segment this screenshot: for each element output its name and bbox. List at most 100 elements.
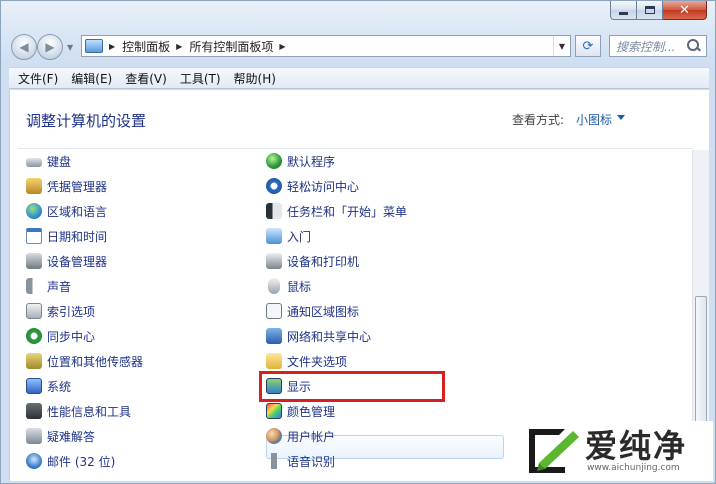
item-label: 疑难解答 xyxy=(47,429,96,444)
back-arrow-icon: ◀ xyxy=(19,40,29,54)
item-label: 文件夹选项 xyxy=(287,354,348,369)
item-keyboard[interactable]: 键盘 xyxy=(26,150,71,172)
refresh-button[interactable]: ⟳ xyxy=(575,35,601,57)
dropdown-caret-icon[interactable] xyxy=(617,115,625,120)
close-icon: ✕ xyxy=(679,2,690,18)
troubleshoot-icon xyxy=(26,428,42,444)
sync-icon xyxy=(26,328,42,344)
breadcrumb-all-items[interactable]: 所有控制面板项 xyxy=(189,38,273,55)
page-title: 调整计算机的设置 xyxy=(26,112,147,130)
item-troubleshooting[interactable]: 疑难解答 xyxy=(26,425,95,447)
breadcrumb-separator-icon[interactable]: ▶ xyxy=(279,42,285,51)
item-performance[interactable]: 性能信息和工具 xyxy=(26,400,131,422)
item-label: 颜色管理 xyxy=(287,404,336,419)
menu-view[interactable]: 查看(V) xyxy=(120,70,172,87)
item-label: 系统 xyxy=(47,379,72,394)
control-panel-icon xyxy=(85,39,103,53)
item-indexing-options[interactable]: 索引选项 xyxy=(26,300,95,322)
speaker-icon xyxy=(26,278,42,294)
item-label: 设备管理器 xyxy=(47,254,108,269)
credential-manager-icon xyxy=(26,178,42,194)
printer-icon xyxy=(266,253,282,269)
breadcrumb-separator-icon[interactable]: ▶ xyxy=(176,42,182,51)
item-notification-icons[interactable]: 通知区域图标 xyxy=(266,300,359,322)
item-label: 默认程序 xyxy=(287,154,336,169)
ease-of-access-icon xyxy=(266,178,282,194)
watermark-title: 爱纯净 xyxy=(585,427,688,465)
item-date-time[interactable]: 日期和时间 xyxy=(26,225,107,247)
item-label: 通知区域图标 xyxy=(287,304,360,319)
item-label: 同步中心 xyxy=(47,329,96,344)
minimize-button[interactable] xyxy=(610,1,637,20)
view-by-dropdown[interactable]: 小图标 xyxy=(576,111,612,128)
item-getting-started[interactable]: 入门 xyxy=(266,225,311,247)
recent-pages-dropdown[interactable]: ▼ xyxy=(67,43,75,52)
network-icon xyxy=(266,328,282,344)
menu-edit[interactable]: 编辑(E) xyxy=(66,70,117,87)
caption-buttons: ✕ xyxy=(610,1,707,20)
maximize-icon xyxy=(644,6,655,14)
search-input[interactable]: 搜索控制... xyxy=(616,38,687,55)
item-default-programs[interactable]: 默认程序 xyxy=(266,150,335,172)
item-label: 区域和语言 xyxy=(47,204,108,219)
item-folder-options[interactable]: 文件夹选项 xyxy=(266,350,347,372)
item-speech-recognition[interactable]: 语音识别 xyxy=(266,450,335,472)
view-by-label: 查看方式: xyxy=(512,113,565,127)
item-location-sensors[interactable]: 位置和其他传感器 xyxy=(26,350,143,372)
item-mouse[interactable]: 鼠标 xyxy=(266,275,311,297)
item-label: 任务栏和「开始」菜单 xyxy=(287,204,408,219)
back-button[interactable]: ◀ xyxy=(11,34,37,60)
item-device-manager[interactable]: 设备管理器 xyxy=(26,250,107,272)
item-ease-of-access[interactable]: 轻松访问中心 xyxy=(266,175,359,197)
maximize-button[interactable] xyxy=(637,1,663,20)
item-taskbar-start[interactable]: 任务栏和「开始」菜单 xyxy=(266,200,407,222)
menu-tools[interactable]: 工具(T) xyxy=(175,70,226,87)
control-panel-window: ✕ ◀ ▶ ▼ ▶ 控制面板 ▶ 所有控制面板项 ▶ ▼ ⟳ 搜索控制... 文… xyxy=(0,0,716,484)
close-button[interactable]: ✕ xyxy=(663,1,707,20)
item-label: 语音识别 xyxy=(287,454,336,469)
item-network-sharing[interactable]: 网络和共享中心 xyxy=(266,325,371,347)
divider xyxy=(18,148,693,149)
item-sound[interactable]: 声音 xyxy=(26,275,71,297)
item-system[interactable]: 系统 xyxy=(26,375,71,397)
item-label: 键盘 xyxy=(47,154,72,169)
minimize-icon xyxy=(619,11,628,15)
item-mail[interactable]: 邮件 (32 位) xyxy=(26,450,115,472)
item-credential-manager[interactable]: 凭据管理器 xyxy=(26,175,107,197)
item-label: 网络和共享中心 xyxy=(287,329,372,344)
address-bar[interactable]: ▶ 控制面板 ▶ 所有控制面板项 ▶ ▼ xyxy=(81,35,571,57)
item-label: 鼠标 xyxy=(287,279,312,294)
watermark-url: www.aichunjing.com xyxy=(587,463,680,473)
watermark: 爱纯净 www.aichunjing.com xyxy=(517,421,713,481)
calendar-icon xyxy=(26,228,42,244)
item-devices-printers[interactable]: 设备和打印机 xyxy=(266,250,359,272)
keyboard-icon xyxy=(26,158,42,167)
system-icon xyxy=(26,378,42,394)
notification-icon xyxy=(266,303,282,319)
refresh-icon: ⟳ xyxy=(582,38,594,54)
forward-button[interactable]: ▶ xyxy=(37,34,63,60)
mouse-icon xyxy=(268,278,280,294)
microphone-icon xyxy=(266,453,282,469)
menu-file[interactable]: 文件(F) xyxy=(13,70,63,87)
item-label: 性能信息和工具 xyxy=(47,404,132,419)
navigation-bar: ◀ ▶ ▼ ▶ 控制面板 ▶ 所有控制面板项 ▶ ▼ ⟳ 搜索控制... xyxy=(9,34,709,60)
color-management-icon xyxy=(266,403,282,419)
item-region-language[interactable]: 区域和语言 xyxy=(26,200,107,222)
folder-icon xyxy=(266,353,282,369)
breadcrumb-separator-icon[interactable]: ▶ xyxy=(109,42,115,51)
item-user-accounts[interactable]: 用户帐户 xyxy=(266,425,335,447)
search-box[interactable]: 搜索控制... xyxy=(609,35,707,57)
address-history-dropdown[interactable]: ▼ xyxy=(553,36,570,56)
search-icon[interactable] xyxy=(687,39,701,53)
breadcrumb-control-panel[interactable]: 控制面板 xyxy=(122,38,170,55)
menu-help[interactable]: 帮助(H) xyxy=(229,70,281,87)
globe-icon xyxy=(26,203,42,219)
item-color-management[interactable]: 颜色管理 xyxy=(266,400,335,422)
item-label: 设备和打印机 xyxy=(287,254,360,269)
user-accounts-icon xyxy=(266,428,282,444)
item-label: 凭据管理器 xyxy=(47,179,108,194)
taskbar-icon xyxy=(266,203,282,219)
getting-started-icon xyxy=(266,228,282,244)
item-sync-center[interactable]: 同步中心 xyxy=(26,325,95,347)
